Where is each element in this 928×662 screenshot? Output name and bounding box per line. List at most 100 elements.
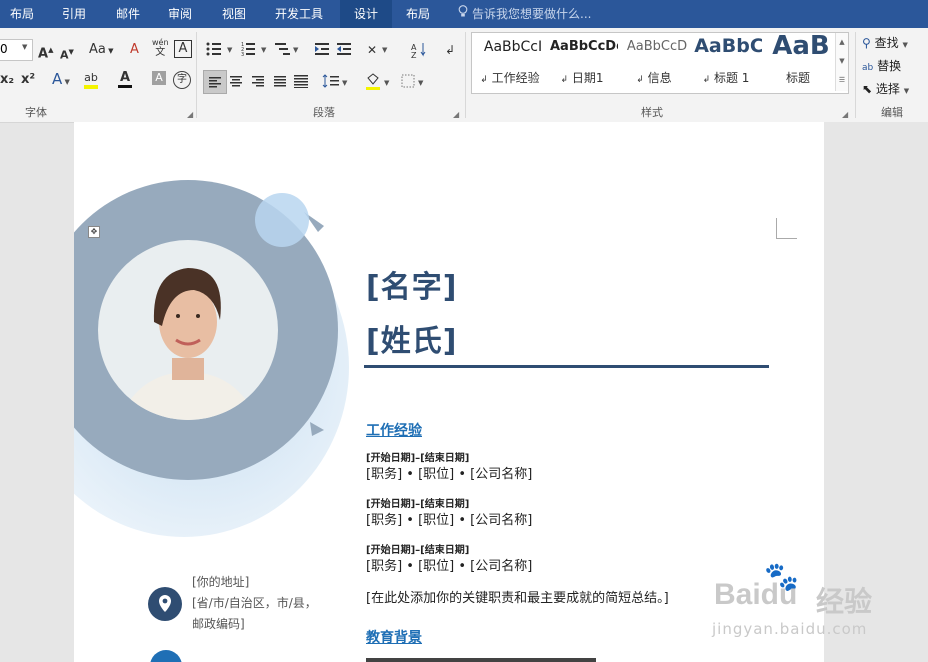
grow-font-icon[interactable]: A▲ bbox=[38, 41, 53, 63]
styles-gallery: AaBbCcI ↲ 工作经验 AaBbCcDc ↲ 日期1 AaBbCcD ↲ … bbox=[471, 32, 849, 94]
svg-text:▼: ▼ bbox=[418, 79, 424, 87]
style-sample: AaBbCcDc bbox=[550, 39, 618, 54]
tab-layout-2[interactable]: 布局 bbox=[396, 0, 440, 28]
address-block[interactable]: [你的地址] [省/市/自治区，市/县， 邮政编码] bbox=[192, 572, 317, 635]
style-title[interactable]: AaB 标题 bbox=[762, 33, 834, 91]
editing-group-label: 编辑 bbox=[881, 106, 903, 119]
font-size-value: 0 bbox=[0, 42, 8, 56]
style-name: ↲ 信息 bbox=[636, 71, 672, 85]
style-sample: AaBbCcI bbox=[483, 39, 543, 55]
style-name: ↲ 工作经验 bbox=[480, 71, 540, 85]
svg-text:▼: ▼ bbox=[384, 79, 390, 87]
find-button[interactable]: ⚲ 查找 ▼ bbox=[862, 34, 908, 51]
tab-mailings[interactable]: 邮件 bbox=[106, 0, 150, 28]
tab-design[interactable]: 设计 bbox=[340, 0, 392, 28]
font-dialog-launcher-icon[interactable]: ◢ bbox=[187, 110, 193, 119]
char-border-icon[interactable]: A bbox=[174, 40, 192, 58]
ribbon: 0 ▼ A▲ A▼ Aa ▼ A wén 文 A x₂ x² A ▼ ab A A… bbox=[0, 28, 928, 123]
tab-view[interactable]: 视图 bbox=[212, 0, 256, 28]
text-effects-icon[interactable]: A ▼ bbox=[52, 70, 70, 91]
svg-text:▼: ▼ bbox=[227, 46, 233, 54]
style-heading1[interactable]: AaBbC ↲ 标题 1 bbox=[690, 33, 762, 91]
address-line-3: 邮政编码] bbox=[192, 617, 245, 631]
select-button[interactable]: ⬉ 选择 ▼ bbox=[862, 80, 909, 97]
style-date1[interactable]: AaBbCcDc ↲ 日期1 bbox=[546, 33, 618, 91]
svg-text:▼: ▼ bbox=[261, 46, 267, 54]
clear-format-icon[interactable]: A bbox=[130, 41, 139, 59]
styles-group-label: 样式 bbox=[641, 106, 663, 119]
experience-dates-2[interactable]: [开始日期]–[结束日期] bbox=[366, 495, 469, 510]
more-styles-icon[interactable]: ☰ bbox=[836, 71, 848, 90]
chevron-down-icon: ▼ bbox=[22, 43, 28, 51]
ribbon-tab-bar: 布局 引用 邮件 审阅 视图 开发工具 设计 布局 告诉我您想要做什么... bbox=[0, 0, 928, 28]
education-line-cutoff bbox=[366, 658, 596, 662]
style-name: ↲ 日期1 bbox=[560, 71, 604, 85]
tab-references[interactable]: 引用 bbox=[52, 0, 96, 28]
svg-text:▼: ▼ bbox=[342, 79, 348, 87]
style-sample: AaBbC bbox=[694, 35, 762, 57]
style-work-experience[interactable]: AaBbCcI ↲ 工作经验 bbox=[474, 33, 546, 91]
gallery-scroll[interactable]: ▲ ▼ ☰ bbox=[835, 33, 848, 91]
font-group-label: 字体 bbox=[25, 106, 47, 119]
svg-text:▼: ▼ bbox=[293, 46, 299, 54]
phonetic-guide-icon[interactable]: wén 文 bbox=[152, 38, 169, 58]
accent-dot bbox=[255, 193, 309, 247]
font-color-icon[interactable]: A bbox=[118, 69, 132, 88]
shrink-font-icon[interactable]: A▼ bbox=[60, 43, 74, 65]
align-left-button[interactable] bbox=[203, 70, 227, 94]
chevron-up-icon[interactable]: ▲ bbox=[836, 33, 848, 52]
superscript-icon[interactable]: x² bbox=[21, 71, 35, 89]
tell-me-search[interactable]: 告诉我您想要做什么... bbox=[458, 0, 591, 28]
replace-icon: ab bbox=[862, 63, 874, 73]
group-separator bbox=[855, 32, 856, 118]
enclose-char-icon[interactable]: 字 bbox=[173, 71, 191, 89]
experience-role-3[interactable]: [职务] • [职位] • [公司名称] bbox=[366, 555, 532, 574]
styles-dialog-launcher-icon[interactable]: ◢ bbox=[842, 110, 848, 119]
experience-role-2[interactable]: [职务] • [职位] • [公司名称] bbox=[366, 509, 532, 528]
svg-text:✕: ✕ bbox=[367, 43, 377, 57]
group-separator bbox=[465, 32, 466, 118]
replace-button[interactable]: ab 替换 bbox=[862, 57, 901, 74]
style-sample: AaBbCcD bbox=[626, 39, 688, 54]
lightbulb-icon bbox=[458, 0, 468, 28]
watermark-brand: Baidu bbox=[714, 578, 798, 611]
watermark-cn: 经验 bbox=[816, 585, 873, 618]
baidu-watermark: 🐾 Baidu 经验 jingyan.baidu.com bbox=[712, 560, 882, 645]
svg-text:↲: ↲ bbox=[445, 43, 455, 57]
address-line-1: [你的地址] bbox=[192, 575, 250, 589]
align-left-icon bbox=[209, 77, 221, 88]
svg-text:3: 3 bbox=[241, 52, 244, 58]
experience-summary[interactable]: [在此处添加你的关键职责和最主要成就的简短总结。] bbox=[366, 587, 669, 606]
group-separator bbox=[196, 32, 197, 118]
search-icon: ⚲ bbox=[862, 36, 871, 50]
experience-role-1[interactable]: [职务] • [职位] • [公司名称] bbox=[366, 463, 532, 482]
highlight-icon[interactable]: ab bbox=[84, 69, 98, 89]
location-icon bbox=[148, 587, 182, 621]
paragraph-group-label: 段落 bbox=[313, 106, 335, 119]
font-size-box[interactable]: 0 ▼ bbox=[0, 39, 33, 61]
svg-text:▼: ▼ bbox=[382, 46, 388, 54]
chevron-down-icon[interactable]: ▼ bbox=[836, 52, 848, 71]
address-line-2: [省/市/自治区，市/县， bbox=[192, 596, 317, 610]
last-name[interactable]: [姓氏] bbox=[366, 316, 457, 360]
paragraph-toolbar-row1: ▼ 123 ▼ ▼ ✕ ▼ AZ ↲ bbox=[206, 42, 455, 60]
header-graphic bbox=[74, 180, 349, 537]
tab-review[interactable]: 审阅 bbox=[158, 0, 202, 28]
experience-dates-3[interactable]: [开始日期]–[结束日期] bbox=[366, 541, 469, 556]
style-name: ↲ 标题 1 bbox=[702, 71, 750, 85]
education-heading[interactable]: 教育背景 bbox=[366, 627, 422, 647]
tab-developer[interactable]: 开发工具 bbox=[268, 0, 330, 28]
table-move-handle-icon[interactable]: ✥ bbox=[88, 226, 100, 238]
experience-heading[interactable]: 工作经验 bbox=[366, 420, 422, 440]
char-shading-icon[interactable]: A bbox=[152, 71, 166, 85]
subscript-icon[interactable]: x₂ bbox=[0, 71, 14, 89]
style-info[interactable]: AaBbCcD ↲ 信息 bbox=[618, 33, 690, 91]
tab-layout-1[interactable]: 布局 bbox=[0, 0, 44, 28]
cursor-icon: ⬉ bbox=[862, 82, 873, 96]
first-name[interactable]: [名字] bbox=[366, 262, 457, 306]
svg-text:Z: Z bbox=[411, 51, 417, 60]
change-case-icon[interactable]: Aa ▼ bbox=[89, 41, 113, 60]
experience-dates-1[interactable]: [开始日期]–[结束日期] bbox=[366, 449, 469, 464]
paragraph-toolbar-row2: ▼ ▼ ▼ bbox=[230, 73, 424, 90]
paragraph-dialog-launcher-icon[interactable]: ◢ bbox=[453, 110, 459, 119]
